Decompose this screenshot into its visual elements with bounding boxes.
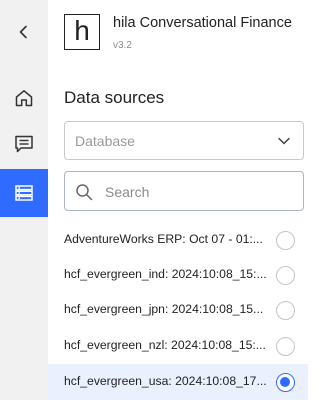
data-source-label: hcf_evergreen_jpn: 2024:10:08_15...: [64, 302, 264, 316]
data-source-radio[interactable]: [276, 373, 295, 392]
data-source-label: hcf_evergreen_nzl: 2024:10:08_15:...: [64, 338, 266, 352]
chat-icon: [15, 135, 33, 153]
data-source-label: AdventureWorks ERP: Oct 07 - 01:...: [64, 232, 263, 246]
collapse-nav-button[interactable]: [0, 14, 48, 50]
data-source-radio[interactable]: [276, 337, 295, 356]
data-source-radio[interactable]: [276, 266, 295, 285]
data-source-row[interactable]: AdventureWorks ERP: Oct 07 - 01:...: [48, 222, 308, 258]
data-source-label: hcf_evergreen_usa: 2024:10:08_17...: [64, 374, 267, 388]
nav-home-button[interactable]: [0, 78, 48, 118]
search-field[interactable]: [64, 171, 304, 211]
app-title: hila Conversational Finance: [113, 15, 292, 31]
data-source-radio[interactable]: [276, 301, 295, 320]
app-logo: h: [64, 14, 100, 50]
data-sources-panel: h hila Conversational Finance v3.2 Data …: [48, 0, 308, 400]
app-version: v3.2: [113, 40, 132, 51]
data-source-radio[interactable]: [276, 231, 295, 250]
section-title: Data sources: [64, 88, 165, 107]
search-icon: [76, 184, 93, 201]
data-source-row[interactable]: hcf_evergreen_ind: 2024:10:08_15:...: [48, 257, 308, 293]
search-input[interactable]: [105, 181, 295, 203]
database-icon: [15, 185, 33, 201]
nav-chat-button[interactable]: [0, 124, 48, 164]
database-select[interactable]: Database: [64, 121, 304, 160]
nav-data-sources-button[interactable]: [0, 169, 48, 217]
data-source-row[interactable]: hcf_evergreen_nzl: 2024:10:08_15:...: [48, 328, 308, 364]
chevron-down-icon: [278, 137, 290, 145]
data-source-label: hcf_evergreen_ind: 2024:10:08_15:...: [64, 267, 267, 281]
data-source-row[interactable]: hcf_evergreen_jpn: 2024:10:08_15...: [48, 292, 308, 328]
chevron-left-icon: [19, 25, 27, 39]
logo-letter: h: [74, 15, 90, 46]
home-icon: [15, 90, 33, 107]
database-select-placeholder: Database: [75, 133, 135, 149]
data-source-row[interactable]: hcf_evergreen_usa: 2024:10:08_17...: [48, 364, 308, 400]
side-nav-rail: [0, 0, 48, 400]
